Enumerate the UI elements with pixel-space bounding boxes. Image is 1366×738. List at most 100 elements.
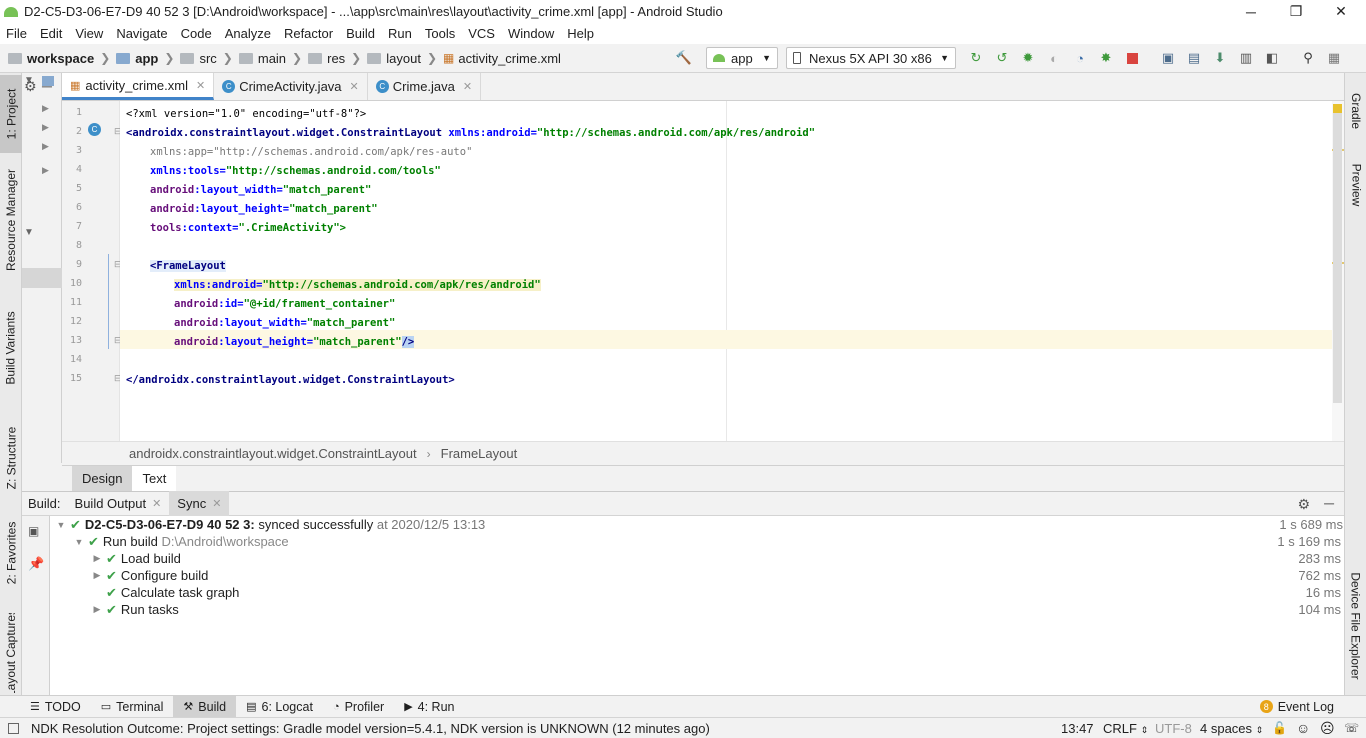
menu-vcs[interactable]: VCS — [468, 26, 495, 41]
minimize-button[interactable]: ─ — [1228, 0, 1274, 23]
tab-build-variants[interactable]: Build Variants — [0, 303, 22, 393]
build-row-sync[interactable]: ▼ ✔ D2-C5-D3-06-E7-D9 40 52 3: synced suc… — [52, 516, 1346, 533]
build-row-calculate-task-graph[interactable]: ✔ Calculate task graph 16 ms — [106, 584, 1344, 601]
crumb-file[interactable]: ▦ activity_crime.xml — [443, 51, 561, 66]
run-config-select[interactable]: app ▼ — [706, 47, 778, 69]
expand-arrow-icon[interactable]: ▼ — [70, 537, 88, 547]
menu-refactor[interactable]: Refactor — [284, 26, 333, 41]
scroll-thumb[interactable] — [1333, 113, 1342, 403]
menu-help[interactable]: Help — [567, 26, 594, 41]
device-select[interactable]: Nexus 5X API 30 x86 ▼ — [786, 47, 956, 69]
tab-event-log[interactable]: 8 Event Log — [1250, 696, 1344, 717]
close-tab-icon[interactable]: ✕ — [212, 497, 221, 510]
editor-scrollbar[interactable] — [1332, 101, 1344, 441]
collapsed-arrow-icon[interactable]: ▶ — [88, 570, 106, 581]
lock-icon[interactable]: 🔓 — [1272, 721, 1287, 735]
tab-run[interactable]: ▶ 4: Run — [394, 696, 464, 717]
build-row-configure-build[interactable]: ▶ ✔ Configure build 762 ms — [88, 567, 1344, 584]
caret-position[interactable]: 13:47 — [1061, 721, 1094, 736]
stop-icon[interactable] — [1120, 46, 1144, 70]
selected-tree-row[interactable] — [22, 268, 62, 288]
tree-collapsed-icon[interactable]: ▶ — [42, 103, 49, 114]
indent-setting[interactable]: 4 spaces ⇕ — [1200, 721, 1263, 736]
tab-device-file-explorer[interactable]: Device File Explorer — [1345, 563, 1366, 688]
menu-run[interactable]: Run — [388, 26, 412, 41]
project-structure-icon[interactable]: ◧ — [1260, 46, 1284, 70]
tab-resource-manager[interactable]: Resource Manager — [0, 165, 22, 275]
tab-build[interactable]: ⚒ Build — [173, 696, 237, 717]
close-tab-icon[interactable]: ✕ — [196, 79, 205, 92]
tab-favorites[interactable]: 2: Favorites — [0, 513, 22, 593]
code-editor[interactable]: <?xml version="1.0" encoding="utf-8"?> <… — [120, 101, 1332, 441]
status-message[interactable]: NDK Resolution Outcome: Project settings… — [31, 721, 710, 736]
build-row-load-build[interactable]: ▶ ✔ Load build 283 ms — [88, 550, 1344, 567]
crumb-workspace[interactable]: workspace — [8, 51, 94, 66]
pin-icon[interactable]: 📌 — [28, 556, 44, 572]
menu-analyze[interactable]: Analyze — [225, 26, 271, 41]
breadcrumb-framelayout[interactable]: FrameLayout — [441, 446, 518, 461]
tab-text[interactable]: Text — [132, 466, 177, 491]
layout-icon[interactable]: ▦ — [1322, 46, 1346, 70]
expand-arrow-icon[interactable]: ▼ — [24, 227, 34, 238]
menu-code[interactable]: Code — [181, 26, 212, 41]
smile-icon[interactable]: ☺ — [1296, 720, 1310, 736]
tab-structure[interactable]: Z: Structure — [0, 418, 22, 498]
tab-crimeactivity-java[interactable]: C CrimeActivity.java ✕ — [214, 73, 368, 100]
close-tab-icon[interactable]: ✕ — [152, 497, 161, 510]
sdk-manager-icon[interactable]: ⬇ — [1208, 46, 1232, 70]
toggle-view-icon[interactable]: ▣ — [28, 524, 39, 538]
tab-todo[interactable]: ☰ TODO — [20, 696, 91, 717]
status-toggle-icon[interactable] — [8, 722, 19, 734]
menu-navigate[interactable]: Navigate — [116, 26, 167, 41]
close-button[interactable]: ✕ — [1318, 0, 1364, 23]
tab-logcat[interactable]: ▤ 6: Logcat — [236, 696, 323, 717]
close-tab-icon[interactable]: ✕ — [463, 80, 472, 93]
menu-build[interactable]: Build — [346, 26, 375, 41]
menu-file[interactable]: File — [6, 26, 27, 41]
build-row-run-tasks[interactable]: ▶ ✔ Run tasks 104 ms — [88, 601, 1344, 618]
crumb-res[interactable]: res — [308, 51, 345, 66]
profile-icon[interactable]: ◔ — [1068, 46, 1092, 70]
breadcrumb-constraintlayout[interactable]: androidx.constraintlayout.widget.Constra… — [129, 446, 417, 461]
tab-crime-java[interactable]: C Crime.java ✕ — [368, 73, 482, 100]
menu-edit[interactable]: Edit — [40, 26, 62, 41]
attach-debugger-icon[interactable]: ✸ — [1094, 46, 1118, 70]
tab-layout-captures[interactable]: Layout Captures — [0, 613, 22, 693]
line-separator[interactable]: CRLF ⇕ — [1103, 721, 1148, 736]
tab-build-output[interactable]: Build Output ✕ — [67, 491, 170, 516]
search-icon[interactable]: ⚲ — [1296, 46, 1320, 70]
panel-settings-icon[interactable]: ⚙ — [24, 78, 37, 95]
tab-sync[interactable]: Sync ✕ — [169, 491, 230, 516]
tab-gradle[interactable]: Gradle — [1345, 81, 1366, 141]
debug-icon[interactable]: ✹ — [1016, 46, 1040, 70]
gear-icon[interactable]: ⚙ — [1297, 496, 1310, 513]
tab-project[interactable]: 1: Project — [0, 75, 22, 153]
crumb-src[interactable]: src — [180, 51, 217, 66]
build-row-run-build[interactable]: ▼ ✔ Run build D:\Android\workspace 1 s 16… — [70, 533, 1344, 550]
hammer-build-icon[interactable]: 🔨 — [672, 46, 696, 70]
tree-collapsed-icon[interactable]: ▶ — [42, 122, 49, 133]
crumb-layout[interactable]: layout — [367, 51, 421, 66]
tree-collapsed-icon[interactable]: ▶ — [42, 165, 49, 176]
feedback-icon[interactable]: ☏ — [1344, 721, 1359, 735]
frown-icon[interactable]: ☹ — [1320, 720, 1335, 737]
crumb-app[interactable]: app — [116, 51, 158, 66]
panel-minimize-icon[interactable]: ─ — [42, 78, 52, 94]
menu-view[interactable]: View — [75, 26, 103, 41]
tab-activity-crime-xml[interactable]: ▦ activity_crime.xml ✕ — [62, 73, 215, 100]
menu-tools[interactable]: Tools — [425, 26, 455, 41]
coverage-icon[interactable]: ◐ — [1042, 46, 1066, 70]
class-gutter-icon[interactable]: C — [88, 123, 101, 136]
collapsed-arrow-icon[interactable]: ▶ — [88, 604, 106, 615]
tab-profiler[interactable]: ◔ Profiler — [323, 696, 394, 717]
device-manager-icon[interactable]: ▥ — [1234, 46, 1258, 70]
file-encoding[interactable]: UTF-8 — [1155, 721, 1192, 736]
expand-arrow-icon[interactable]: ▼ — [52, 520, 70, 530]
avd-manager-icon[interactable]: ▤ — [1182, 46, 1206, 70]
menu-window[interactable]: Window — [508, 26, 554, 41]
sync-project-icon[interactable]: ▣ — [1156, 46, 1180, 70]
tree-collapsed-icon[interactable]: ▶ — [42, 141, 49, 152]
apply-code-changes-icon[interactable]: ↺ — [990, 46, 1014, 70]
close-tab-icon[interactable]: ✕ — [350, 80, 359, 93]
apply-changes-icon[interactable]: ↻ — [964, 46, 988, 70]
